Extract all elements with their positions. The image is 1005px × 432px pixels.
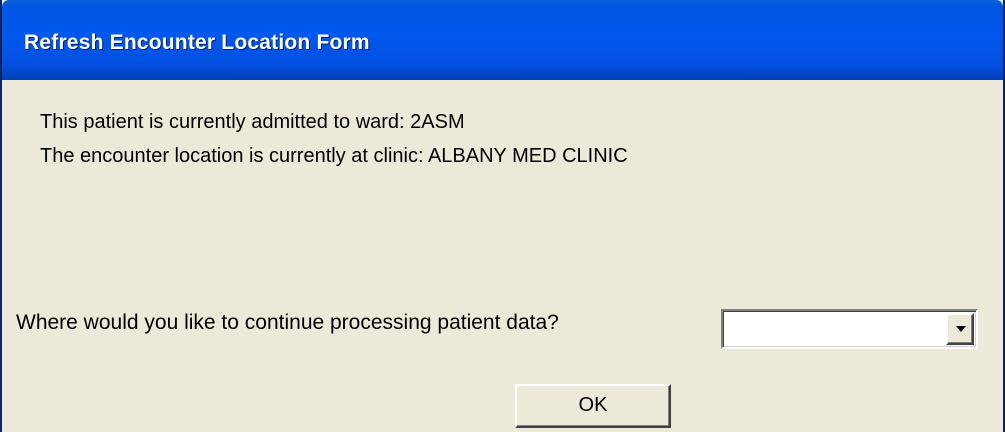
- location-select[interactable]: [721, 309, 978, 349]
- dialog-window: Refresh Encounter Location Form This pat…: [0, 0, 1005, 432]
- ok-button[interactable]: OK: [515, 384, 671, 428]
- ward-message: This patient is currently admitted to wa…: [40, 111, 465, 133]
- chevron-down-icon: [956, 326, 966, 332]
- window-title: Refresh Encounter Location Form: [24, 31, 370, 54]
- clinic-message: The encounter location is currently at c…: [40, 145, 628, 167]
- location-prompt-label: Where would you like to continue process…: [16, 311, 559, 334]
- dropdown-button[interactable]: [946, 313, 974, 345]
- title-bar[interactable]: Refresh Encounter Location Form: [2, 0, 1003, 80]
